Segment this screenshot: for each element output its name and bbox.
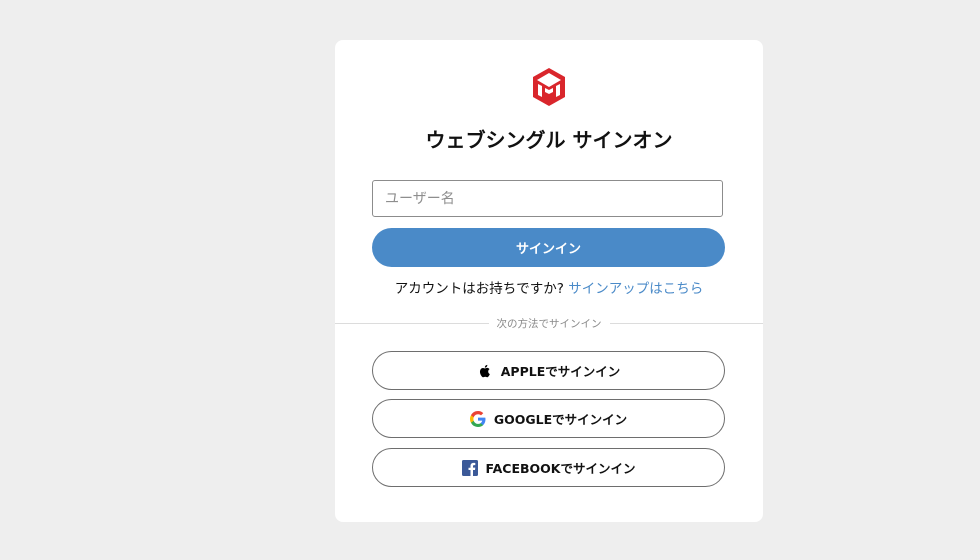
apple-icon [477,363,493,379]
apple-signin-label: APPLEでサインイン [500,364,621,379]
signup-link[interactable]: サインアップはこちら [568,281,703,297]
facebook-icon [461,459,478,476]
brand-logo-icon [533,68,565,106]
facebook-signin-button[interactable]: FACEBOOKでサインイン [372,448,725,487]
signup-prompt-line: アカウントはお持ちですか? サインアップはこちら [335,277,763,297]
signin-card: ウェブシングル サインオン サインイン アカウントはお持ちですか? サインアップ… [335,40,763,522]
page-title: ウェブシングル サインオン [425,128,673,152]
google-signin-label: GOOGLEでサインイン [493,412,628,427]
username-input[interactable] [372,180,723,217]
signup-prompt-text: アカウントはお持ちですか? [394,281,564,297]
google-signin-button[interactable]: GOOGLEでサインイン [372,399,725,438]
signin-button[interactable]: サインイン [372,228,725,267]
google-icon [469,410,486,427]
divider-label: 次の方法でサインイン [335,316,763,331]
apple-signin-button[interactable]: APPLEでサインイン [372,351,725,390]
divider-label-text: 次の方法でサインイン [488,318,610,330]
facebook-signin-label: FACEBOOKでサインイン [485,461,636,476]
